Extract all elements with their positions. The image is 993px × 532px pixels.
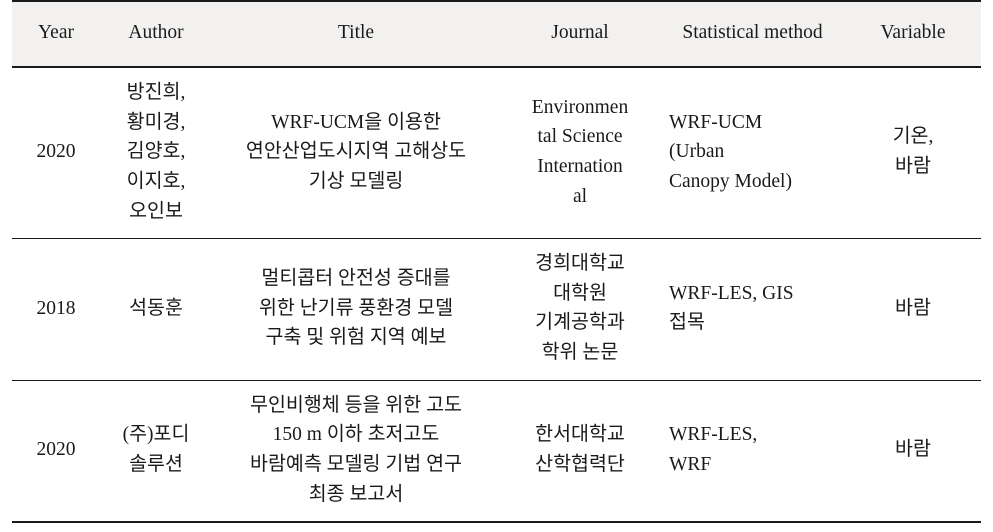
text-line: 무인비행체 등을 위한 고도 (250, 394, 462, 416)
text-line: 경희대학교 (535, 253, 625, 275)
text-line: 바람 (895, 156, 931, 178)
text-line: 기상 모델링 (308, 170, 404, 192)
column-header-variable: Variable (845, 0, 981, 68)
text-line: 바람 (895, 439, 931, 461)
text-line: 멀티콥터 안전성 증대를 (261, 267, 451, 289)
text-line: 기온, (892, 126, 934, 148)
cell-title: WRF-UCM을 이용한연안산업도시지역 고해상도기상 모델링 (212, 67, 500, 240)
method-lines: WRF-LES, WRF (669, 420, 840, 479)
cell-variable: 기온, 바람 (845, 67, 981, 240)
cell-variable: 바람 (845, 380, 981, 524)
text-line: 위한 난기류 풍환경 모델 (258, 297, 454, 319)
text-line: (주)포디 (122, 424, 190, 446)
variable-lines: 바람 (850, 435, 976, 465)
cell-journal: 경희대학교대학원기계공학과학위 논문 (500, 238, 660, 381)
header-row: Year Author Title Journal Statistical me… (12, 0, 981, 68)
text-line: 솔루션 (129, 453, 183, 475)
cell-year: 2020 (12, 67, 100, 240)
column-header-year: Year (12, 0, 100, 68)
text-line: 기계공학과 (535, 312, 625, 334)
author-lines: (주)포디솔루션 (105, 420, 207, 479)
text-line: 방진희, (126, 82, 186, 103)
text-line: (Urban (669, 141, 725, 163)
cell-statistical-method: WRF-UCM (Urban Canopy Model) (660, 67, 845, 240)
text-line: 연안산업도시지역 고해상도 (245, 141, 467, 163)
text-line: Canopy Model) (669, 170, 792, 192)
author-lines: 석동훈 (105, 294, 207, 324)
variable-lines: 바람 (850, 294, 976, 324)
cell-author: 석동훈 (100, 238, 212, 381)
text-line: 산학협력단 (535, 453, 625, 475)
cell-year: 2018 (12, 238, 100, 381)
text-line: 구축 및 위험 지역 예보 (265, 327, 447, 349)
column-header-statistical-method: Statistical method (660, 0, 845, 68)
text-line: al (572, 185, 588, 207)
text-line: 석동훈 (129, 297, 183, 319)
journal-lines: Environmen tal Science Internation al (505, 93, 655, 212)
title-lines: 멀티콥터 안전성 증대를위한 난기류 풍환경 모델구축 및 위험 지역 예보 (217, 264, 495, 353)
text-line: 대학원 (553, 282, 607, 304)
text-line: 오인보 (129, 200, 183, 222)
cell-journal: 한서대학교산학협력단 (500, 380, 660, 524)
text-line: WRF (669, 453, 712, 475)
column-header-author: Author (100, 0, 212, 68)
cell-journal: Environmen tal Science Internation al (500, 67, 660, 240)
cell-year: 2020 (12, 380, 100, 524)
text-line: 바람 (895, 297, 931, 319)
text-line: 김양호, (126, 141, 186, 163)
cell-title: 무인비행체 등을 위한 고도 150 m 이하 초저고도바람예측 모델링 기법 연… (212, 380, 500, 524)
cell-title: 멀티콥터 안전성 증대를위한 난기류 풍환경 모델구축 및 위험 지역 예보 (212, 238, 500, 381)
table-row: 2018 석동훈 멀티콥터 안전성 증대를위한 난기류 풍환경 모델구축 및 위… (12, 238, 981, 381)
cell-author: (주)포디솔루션 (100, 380, 212, 524)
method-lines: WRF-UCM (Urban Canopy Model) (669, 108, 840, 197)
text-line: WRF-UCM을 이용한 (271, 111, 441, 133)
text-line: 황미경, (126, 111, 186, 133)
text-line: 바람예측 모델링 기법 연구 (250, 453, 462, 475)
method-lines: WRF-LES, GIS 접목 (669, 279, 840, 338)
text-line: 이지호, (126, 170, 186, 192)
column-header-journal: Journal (500, 0, 660, 68)
table-body: 2020 방진희, 황미경, 김양호, 이지호, 오인보 WRF-UCM을 이용한연안산… (12, 67, 981, 524)
title-lines: 무인비행체 등을 위한 고도 150 m 이하 초저고도바람예측 모델링 기법 연… (217, 391, 495, 510)
column-header-title: Title (212, 0, 500, 68)
literature-review-table: Year Author Title Journal Statistical me… (12, 0, 981, 524)
cell-statistical-method: WRF-LES, WRF (660, 380, 845, 524)
text-line: WRF-UCM (669, 111, 763, 133)
text-line: 최종 보고서 (308, 483, 404, 505)
title-lines: WRF-UCM을 이용한연안산업도시지역 고해상도기상 모델링 (217, 108, 495, 197)
text-line: Environmen (531, 96, 629, 118)
journal-lines: 경희대학교대학원기계공학과학위 논문 (505, 249, 655, 368)
text-line: 접목 (669, 312, 705, 334)
text-line: 한서대학교 (535, 424, 625, 446)
cell-statistical-method: WRF-LES, GIS 접목 (660, 238, 845, 381)
author-lines: 방진희, 황미경, 김양호, 이지호, 오인보 (105, 78, 207, 226)
cell-variable: 바람 (845, 238, 981, 381)
text-line: 학위 논문 (541, 342, 619, 363)
table-header: Year Author Title Journal Statistical me… (12, 0, 981, 68)
table-container: Year Author Title Journal Statistical me… (0, 0, 993, 532)
text-line: WRF-LES, (669, 424, 758, 446)
cell-author: 방진희, 황미경, 김양호, 이지호, 오인보 (100, 67, 212, 240)
table-row: 2020 방진희, 황미경, 김양호, 이지호, 오인보 WRF-UCM을 이용한연안산… (12, 67, 981, 240)
text-line: tal Science (537, 126, 623, 148)
text-line: 150 m 이하 초저고도 (272, 424, 440, 446)
table-row: 2020 (주)포디솔루션 무인비행체 등을 위한 고도 150 m 이하 초저고… (12, 380, 981, 524)
variable-lines: 기온, 바람 (850, 122, 976, 181)
journal-lines: 한서대학교산학협력단 (505, 420, 655, 479)
text-line: Internation (537, 156, 623, 178)
text-line: WRF-LES, GIS (669, 282, 794, 304)
